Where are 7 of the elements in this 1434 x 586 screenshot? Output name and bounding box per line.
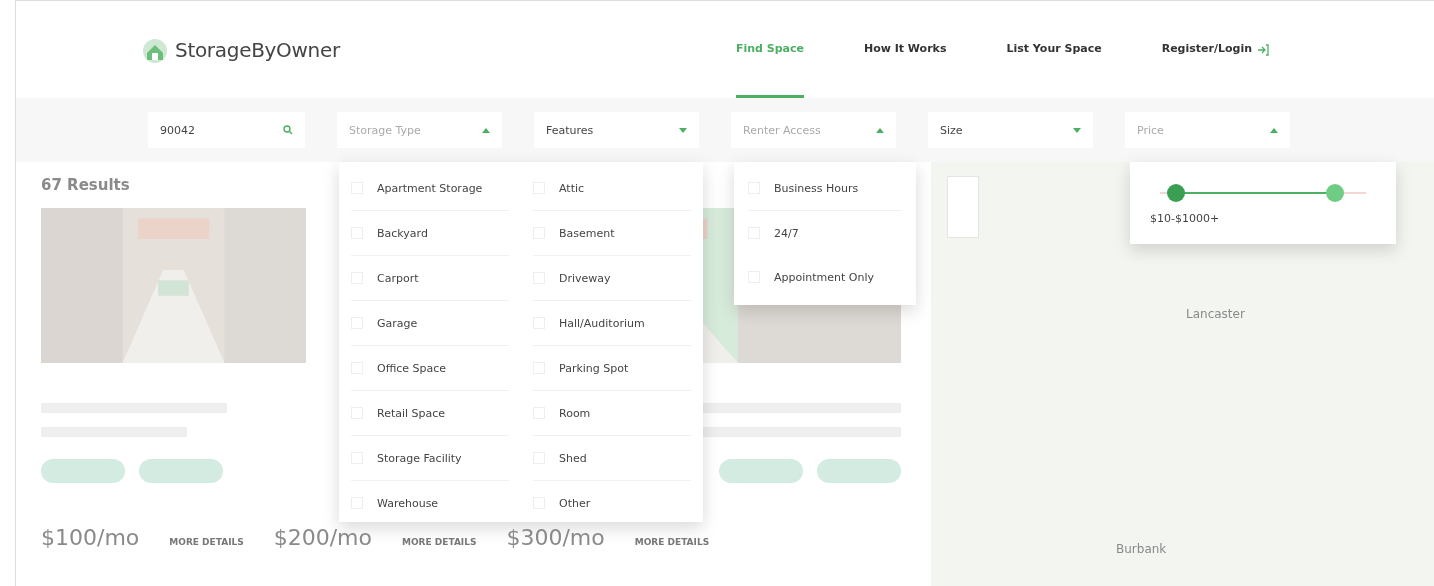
map-place-label: Burbank [1116,542,1167,556]
price-text: $100/mo [41,525,140,550]
price-range-text: $10-$1000+ [1150,212,1221,225]
results-count: 67 Results [41,176,130,194]
price-text: $200/mo [273,525,372,550]
price-text: $300/mo [506,525,605,550]
map-place-label: Lancaster [1186,307,1245,321]
